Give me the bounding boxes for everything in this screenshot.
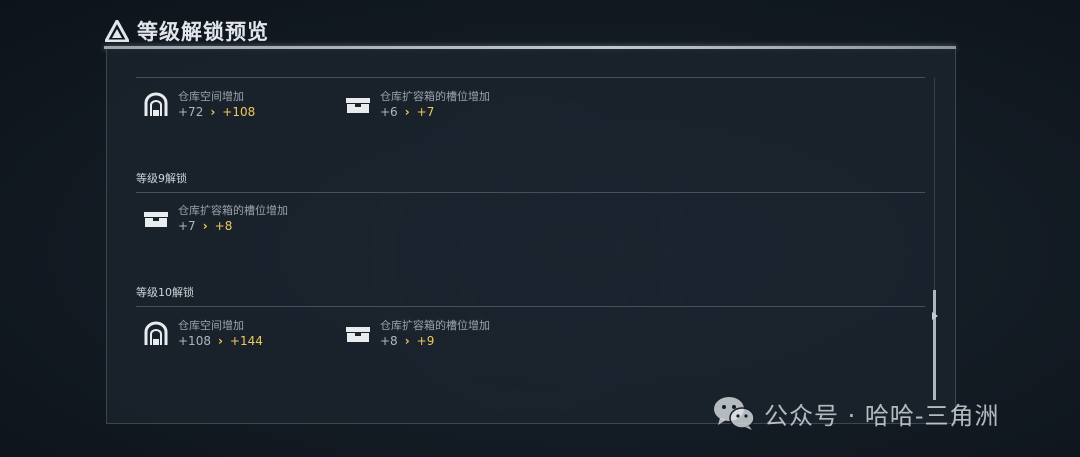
- unlock-item-warehouse-space: 仓库空间增加 +72 › +108: [143, 90, 255, 121]
- storage-box-icon: [346, 98, 370, 113]
- item-values: +108 › +144: [178, 333, 263, 350]
- item-label: 仓库空间增加: [178, 319, 244, 332]
- scrollbar-thumb[interactable]: [933, 290, 936, 400]
- item-label: 仓库空间增加: [178, 90, 244, 103]
- section-divider: [136, 192, 925, 193]
- chevron-right-icon: ›: [202, 219, 208, 233]
- watermark-text: 公众号 · 哈哈-三角洲: [764, 401, 1000, 430]
- new-value: +108: [222, 105, 256, 119]
- item-label: 仓库扩容箱的槽位增加: [380, 319, 490, 332]
- title-bar: 等级解锁预览: [105, 14, 269, 48]
- unlock-item-box-slots: 仓库扩容箱的槽位增加 +8 › +9: [345, 319, 490, 350]
- section-divider: [136, 306, 925, 307]
- section-label-level-9: 等级9解锁: [136, 172, 187, 185]
- chevron-right-icon: ›: [210, 105, 216, 119]
- old-value: +7: [178, 219, 196, 233]
- storage-box-icon: [144, 212, 168, 227]
- new-value: +8: [214, 219, 233, 233]
- storage-box-icon: [346, 327, 370, 342]
- wechat-icon: [714, 397, 755, 430]
- warehouse-icon: [144, 92, 168, 116]
- item-values: +7 › +8: [178, 218, 288, 235]
- unlock-item-box-slots: 仓库扩容箱的槽位增加 +7 › +8: [143, 204, 288, 235]
- delta-logo-icon: [105, 20, 129, 42]
- page-title: 等级解锁预览: [137, 20, 269, 44]
- old-value: +108: [178, 334, 211, 348]
- item-label: 仓库扩容箱的槽位增加: [380, 90, 490, 103]
- section-label-level-10: 等级10解锁: [136, 286, 194, 299]
- chevron-right-icon: ›: [217, 334, 223, 348]
- item-values: +72 › +108: [178, 104, 255, 121]
- chevron-right-icon: ›: [404, 334, 410, 348]
- warehouse-icon: [144, 321, 168, 345]
- item-values: +8 › +9: [380, 333, 490, 350]
- new-value: +9: [416, 334, 435, 348]
- item-label: 仓库扩容箱的槽位增加: [178, 204, 288, 217]
- unlock-item-warehouse-space: 仓库空间增加 +108 › +144: [143, 319, 263, 350]
- old-value: +6: [380, 105, 398, 119]
- wechat-watermark: 公众号 · 哈哈-三角洲: [712, 395, 1000, 431]
- chevron-right-icon: ›: [404, 105, 410, 119]
- unlock-item-box-slots: 仓库扩容箱的槽位增加 +6 › +7: [345, 90, 490, 121]
- old-value: +72: [178, 105, 204, 119]
- old-value: +8: [380, 334, 398, 348]
- section-divider: [136, 77, 925, 78]
- new-value: +144: [229, 334, 263, 348]
- cursor-pointer-icon: [932, 312, 938, 320]
- item-values: +6 › +7: [380, 104, 490, 121]
- new-value: +7: [416, 105, 435, 119]
